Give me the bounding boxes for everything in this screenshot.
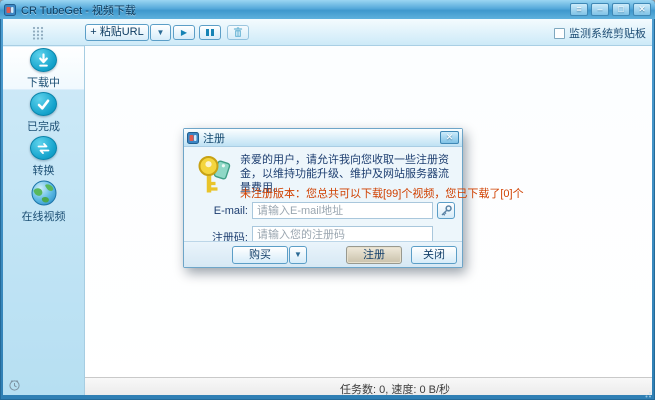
register-dialog: 注册 ✕ 亲爱的用户，请允许我向您收取一些注册资金，以维持功能升级、维护及网站服… <box>183 128 463 268</box>
register-dialog-close-button[interactable]: ✕ <box>440 131 459 144</box>
buy-button[interactable]: 购买 <box>232 246 288 264</box>
window-controls: ≡ – □ ✕ <box>570 3 651 16</box>
email-field[interactable] <box>252 202 433 219</box>
sidebar-item-online-videos[interactable]: 在线视频 <box>3 178 84 222</box>
scheduler-clock-icon[interactable] <box>9 380 20 391</box>
dialog-close-button[interactable]: 关闭 <box>411 246 457 264</box>
globe-icon <box>30 180 57 206</box>
maximize-button[interactable]: □ <box>612 3 630 16</box>
sidebar-item-label: 已完成 <box>27 118 60 134</box>
window-title: CR TubeGet - 视频下载 <box>21 2 136 18</box>
register-dialog-title: 注册 <box>203 130 225 146</box>
check-icon <box>30 92 57 116</box>
register-button[interactable]: 注册 <box>346 246 402 264</box>
sidebar: 下载中 已完成 转换 <box>3 46 85 395</box>
delete-task-button[interactable] <box>227 25 249 40</box>
small-key-icon <box>440 205 452 217</box>
key-icon <box>196 155 232 197</box>
sidebar-item-label: 在线视频 <box>22 208 66 224</box>
monitor-clipboard-label: 监测系统剪贴板 <box>569 25 646 41</box>
sidebar-item-completed[interactable]: 已完成 <box>3 90 84 134</box>
sidebar-item-convert[interactable]: 转换 <box>3 134 84 178</box>
pause-download-button[interactable] <box>199 25 221 40</box>
unregistered-notice: 未注册版本：您总共可以下载[99]个视频，您已下载了[0]个 <box>240 185 524 201</box>
sidebar-item-label: 下载中 <box>27 74 60 90</box>
monitor-clipboard-toggle[interactable]: 监测系统剪贴板 <box>554 25 646 41</box>
paste-url-dropdown[interactable]: ▼ <box>150 24 171 41</box>
close-button[interactable]: ✕ <box>633 3 651 16</box>
app-window: CR TubeGet - 视频下载 ≡ – □ ✕ + 粘贴URL ▼ ▶ <box>0 0 655 400</box>
trash-icon <box>233 27 243 38</box>
sidebar-item-label: 转换 <box>33 162 55 178</box>
start-download-button[interactable]: ▶ <box>173 25 195 40</box>
buy-dropdown[interactable]: ▼ <box>289 246 307 264</box>
statusbar: 任务数: 0, 速度: 0 B/秒 <box>85 377 652 395</box>
register-dialog-titlebar: 注册 ✕ <box>184 129 462 147</box>
paste-url-button[interactable]: + 粘贴URL <box>85 24 149 41</box>
app-icon <box>4 4 16 16</box>
status-tasks-speed: 任务数: 0, 速度: 0 B/秒 <box>340 381 450 397</box>
download-icon <box>30 48 57 72</box>
dialog-icon <box>187 132 199 144</box>
minimize-button[interactable]: – <box>591 3 609 16</box>
email-label: E-mail: <box>202 205 248 217</box>
register-dialog-body: 亲爱的用户，请允许我向您收取一些注册资金，以维持功能升级、维护及网站服务器流量费… <box>184 147 462 242</box>
toolbar: + 粘贴URL ▼ ▶ 监测系统剪贴板 <box>3 19 652 46</box>
resize-grip[interactable] <box>642 391 652 399</box>
sidebar-item-downloading[interactable]: 下载中 <box>3 46 84 90</box>
monitor-clipboard-checkbox[interactable] <box>554 28 565 39</box>
menu-button[interactable]: ≡ <box>570 3 588 16</box>
register-dialog-footer: 购买 ▼ 注册 关闭 <box>184 241 462 267</box>
convert-icon <box>30 136 57 160</box>
titlebar: CR TubeGet - 视频下载 ≡ – □ ✕ <box>0 0 655 19</box>
drag-grip-icon[interactable] <box>32 26 44 40</box>
retrieve-code-button[interactable] <box>437 202 455 219</box>
